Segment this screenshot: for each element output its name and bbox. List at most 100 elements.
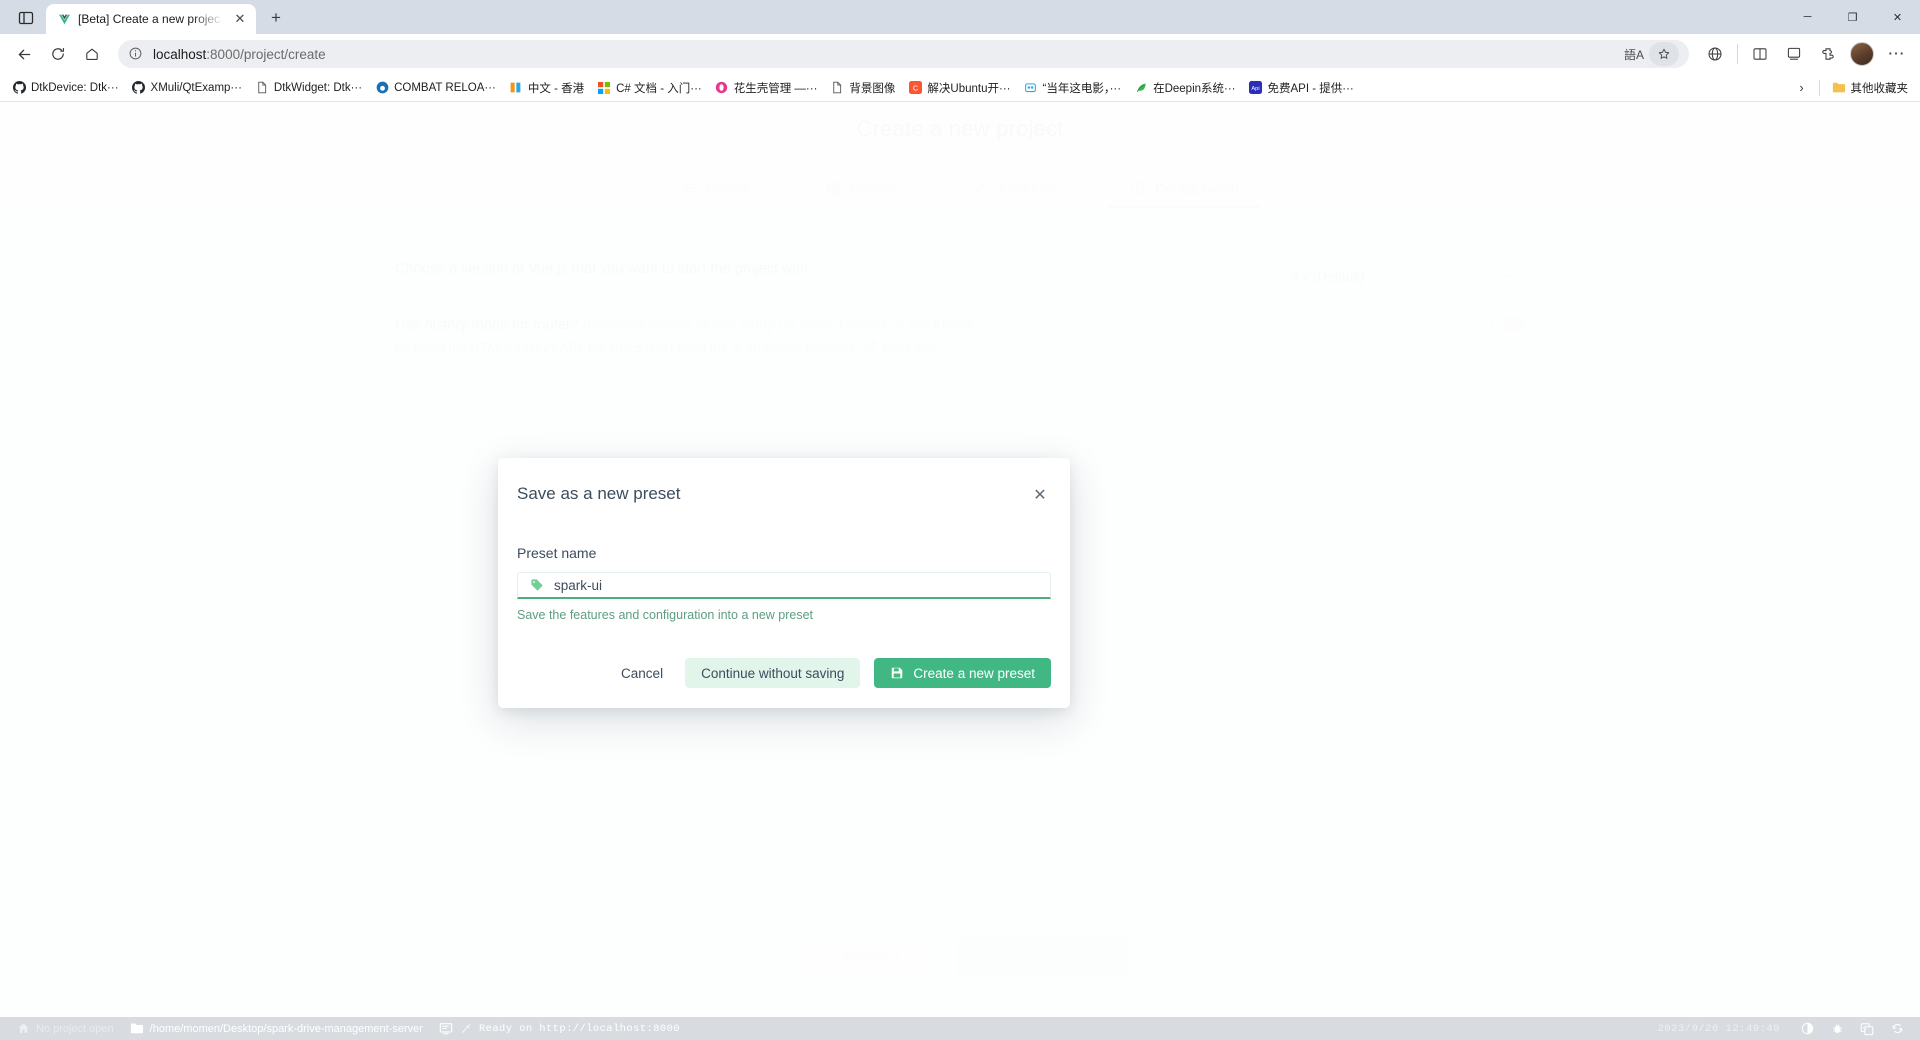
bookmark-item[interactable]: C 解决Ubuntu开··· xyxy=(902,77,1016,99)
leaf-icon xyxy=(1134,81,1148,95)
preset-help-text: Save the features and configuration into… xyxy=(517,608,814,622)
microsoft-icon xyxy=(597,81,611,95)
bookmark-item[interactable]: XMuli/QtExamp··· xyxy=(126,78,248,98)
home-icon xyxy=(16,1022,30,1036)
douban-icon xyxy=(1024,81,1038,95)
vue-logo-icon xyxy=(57,12,71,26)
bookmark-label: 中文 - 香港 xyxy=(527,82,585,95)
maximize-button[interactable]: ❐ xyxy=(1830,0,1875,34)
modal-title: Save as a new preset xyxy=(517,484,681,503)
bookmark-item[interactable]: Api 免费API - 提供··· xyxy=(1243,77,1360,99)
minimize-button[interactable]: ─ xyxy=(1785,0,1830,34)
bookmark-item[interactable]: 背景图像 xyxy=(824,77,901,99)
bookmark-item[interactable]: DtkDevice: Dtk··· xyxy=(6,78,125,98)
bookmark-item[interactable]: DtkWidget: Dtk··· xyxy=(249,78,368,98)
bookmark-item[interactable]: 在Deepin系统··· xyxy=(1128,77,1241,99)
translate-icon[interactable]: G xyxy=(1852,1022,1882,1036)
browser-window: [Beta] Create a new projec ✕ + ─ ❐ ✕ loc… xyxy=(0,0,1920,1040)
doc-icon xyxy=(830,81,844,95)
contrast-icon[interactable] xyxy=(1792,1022,1822,1035)
folder-icon xyxy=(130,1022,144,1036)
tab-strip: [Beta] Create a new projec ✕ + ─ ❐ ✕ xyxy=(0,0,1920,34)
project-path[interactable]: /home/momen/Desktop/spark-drive-manageme… xyxy=(122,1022,431,1036)
tab-close-icon[interactable]: ✕ xyxy=(231,10,249,28)
modal-body: Preset name Save the features and config… xyxy=(517,545,1051,622)
tag-icon xyxy=(529,578,544,593)
server-status-label: Ready on http://localhost:8000 xyxy=(478,1022,680,1035)
project-status[interactable]: No project open xyxy=(8,1022,122,1036)
close-window-button[interactable]: ✕ xyxy=(1875,0,1920,34)
url-path: :8000/project/create xyxy=(206,46,326,62)
server-status[interactable]: Ready on http://localhost:8000 xyxy=(431,1022,688,1036)
avatar[interactable] xyxy=(1846,38,1878,70)
create-preset-button[interactable]: Create a new preset xyxy=(874,658,1051,688)
favorite-star-icon[interactable] xyxy=(1649,42,1679,66)
address-bar[interactable]: localhost:8000/project/create 語A xyxy=(118,40,1689,68)
bookmark-item[interactable]: “当年这电影，··· xyxy=(1018,77,1128,99)
api-icon: Api xyxy=(1249,81,1263,95)
folder-icon xyxy=(1832,81,1846,95)
it-icon xyxy=(509,81,523,95)
settings-menu-icon[interactable]: ⋯ xyxy=(1880,38,1912,70)
bookmark-label: DtkDevice: Dtk··· xyxy=(31,81,119,94)
window-controls: ─ ❐ ✕ xyxy=(1785,0,1920,34)
status-bar-right: 2023/9/26 12:49:40 G xyxy=(1658,1022,1912,1036)
bookmark-item[interactable]: 中文 - 香港 xyxy=(503,77,590,99)
save-icon xyxy=(890,666,904,680)
reload-button[interactable] xyxy=(42,38,74,70)
profile-avatar xyxy=(1850,42,1874,66)
info-icon[interactable] xyxy=(128,46,144,62)
bookmarks-divider xyxy=(1818,79,1820,96)
doc-icon xyxy=(255,81,269,95)
bookmark-label: COMBAT RELOA··· xyxy=(394,81,496,94)
continue-without-saving-button[interactable]: Continue without saving xyxy=(685,658,861,688)
bookmark-label: C# 文档 - 入门··· xyxy=(616,82,702,95)
other-bookmarks-folder[interactable]: 其他收藏夹 xyxy=(1826,77,1915,99)
bookmark-item[interactable]: COMBAT RELOA··· xyxy=(369,78,502,98)
chevron-right-icon[interactable]: › xyxy=(1791,77,1813,99)
other-bookmarks-label: 其他收藏夹 xyxy=(1850,82,1909,95)
bookmark-label: 在Deepin系统··· xyxy=(1153,82,1236,95)
bookmark-label: DtkWidget: Dtk··· xyxy=(273,81,363,94)
bookmark-label: 花生壳管理 —··· xyxy=(733,82,818,95)
csdn-icon: C xyxy=(908,81,922,95)
bookmark-item[interactable]: C# 文档 - 入门··· xyxy=(591,77,708,99)
status-bar: No project open /home/momen/Desktop/spar… xyxy=(0,1017,1920,1040)
sync-icon[interactable] xyxy=(1882,1022,1912,1035)
circle-icon xyxy=(375,81,389,95)
preset-name-field[interactable] xyxy=(517,572,1051,599)
bookmarks-bar: DtkDevice: Dtk··· XMuli/QtExamp··· DtkWi… xyxy=(0,74,1920,102)
new-tab-button[interactable]: + xyxy=(262,4,290,32)
cancel-button[interactable]: Cancel xyxy=(613,658,671,688)
bookmark-item[interactable]: 花生壳管理 —··· xyxy=(709,77,824,99)
back-button[interactable] xyxy=(8,38,40,70)
bookmark-label: 解决Ubuntu开··· xyxy=(927,82,1011,95)
broadcast-icon xyxy=(459,1022,473,1036)
bug-icon[interactable] xyxy=(1822,1022,1852,1035)
modal-header: Save as a new preset ✕ xyxy=(517,484,1051,507)
bookmark-label: 免费API - 提供··· xyxy=(1267,82,1354,95)
url-host: localhost xyxy=(153,46,207,62)
clock: 2023/9/26 12:49:40 xyxy=(1657,1022,1780,1035)
close-icon[interactable]: ✕ xyxy=(1029,485,1051,507)
github-icon xyxy=(132,81,146,95)
browser-tab[interactable]: [Beta] Create a new projec ✕ xyxy=(46,4,256,34)
browser-essentials-icon[interactable] xyxy=(1699,38,1731,70)
collections-icon[interactable] xyxy=(1778,38,1810,70)
project-status-label: No project open xyxy=(36,1022,114,1035)
translate-icon[interactable]: 語A xyxy=(1621,42,1647,66)
split-screen-icon[interactable] xyxy=(1744,38,1776,70)
home-button[interactable] xyxy=(76,38,108,70)
save-preset-modal: Save as a new preset ✕ Preset name Save … xyxy=(498,458,1070,708)
extensions-icon[interactable] xyxy=(1812,38,1844,70)
browser-toolbar: localhost:8000/project/create 語A ⋯ xyxy=(0,34,1920,74)
omnibox-actions: 語A xyxy=(1621,42,1679,66)
preset-name-label: Preset name xyxy=(517,545,597,561)
tab-actions-icon[interactable] xyxy=(6,4,46,32)
project-path-label: /home/momen/Desktop/spark-drive-manageme… xyxy=(149,1022,423,1035)
terminal-icon xyxy=(439,1022,453,1036)
bookmark-label: XMuli/QtExamp··· xyxy=(150,81,242,94)
url-text: localhost:8000/project/create xyxy=(153,47,1612,62)
github-icon xyxy=(12,81,26,95)
preset-name-input[interactable] xyxy=(554,577,1039,593)
